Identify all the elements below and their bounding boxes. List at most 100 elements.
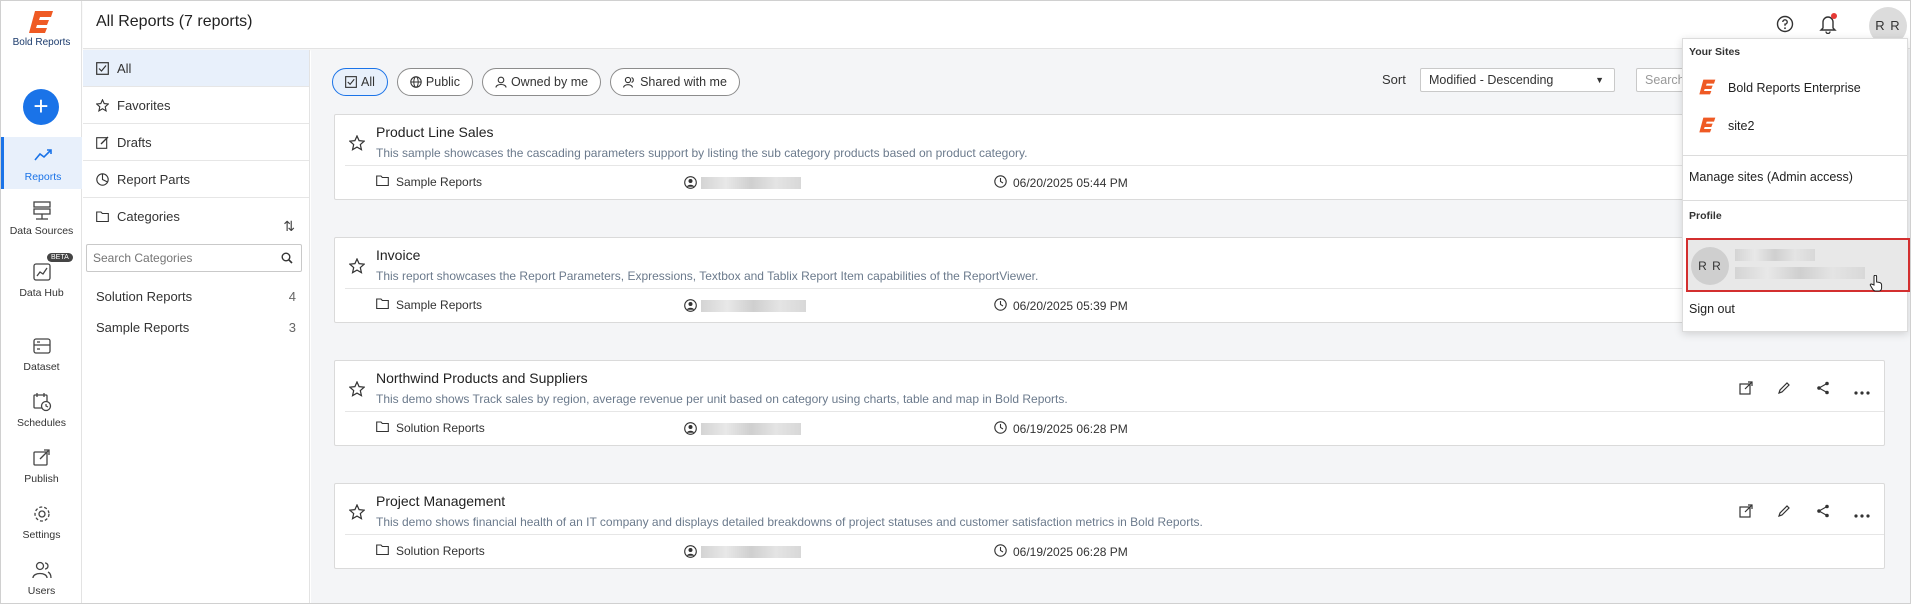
favorite-star-icon[interactable] <box>349 381 365 397</box>
folder-icon <box>376 544 389 556</box>
sort-value: Modified - Descending <box>1429 73 1554 87</box>
datahub-icon <box>32 263 51 281</box>
rail-item-settings[interactable]: Settings <box>1 503 82 541</box>
notification-bell-icon[interactable] <box>1819 13 1837 39</box>
filter-chip-public[interactable]: Public <box>396 68 473 96</box>
redacted-owner-name <box>701 299 807 312</box>
sidebar-item-label: All <box>117 61 132 76</box>
sort-arrows-icon[interactable]: ⇅ <box>283 208 295 245</box>
search-icon[interactable] <box>281 252 293 264</box>
sidebar-item-report-parts[interactable]: Report Parts <box>83 161 309 198</box>
chip-label: Shared with me <box>640 75 727 89</box>
left-rail: Bold Reports + Reports Data Sources BETA… <box>1 1 82 603</box>
report-title[interactable]: Project Management <box>376 493 505 509</box>
page-title: All Reports (7 reports) <box>96 13 253 30</box>
edit-pencil-icon[interactable] <box>1777 504 1791 523</box>
beta-badge: BETA <box>47 253 73 262</box>
card-divider <box>345 534 1884 535</box>
report-title[interactable]: Invoice <box>376 247 420 263</box>
report-owner <box>684 174 802 192</box>
folder-icon <box>376 175 389 187</box>
brand-logo[interactable]: Bold Reports <box>1 9 82 48</box>
category-count: 4 <box>288 289 296 304</box>
clock-icon <box>994 298 1007 311</box>
report-card[interactable]: Product Line Sales This sample showcases… <box>334 114 1885 200</box>
sidebar-item-drafts[interactable]: Drafts <box>83 124 309 161</box>
favorite-star-icon[interactable] <box>349 135 365 151</box>
report-description: This demo shows Track sales by region, a… <box>376 392 1068 406</box>
publish-icon <box>32 449 50 466</box>
filter-chip-owned-by-me[interactable]: Owned by me <box>481 68 602 96</box>
report-title[interactable]: Northwind Products and Suppliers <box>376 370 588 386</box>
sidebar-item-label: Favorites <box>117 98 171 113</box>
category-search-box <box>86 244 302 272</box>
edit-pencil-icon[interactable] <box>1777 381 1791 400</box>
bold-reports-logo-icon <box>1699 117 1716 133</box>
category-count: 3 <box>288 320 296 335</box>
rail-item-reports[interactable]: Reports <box>1 137 82 189</box>
redacted-owner-name <box>701 176 802 189</box>
open-external-icon[interactable] <box>1739 381 1753 400</box>
report-modified: 06/20/2025 05:44 PM <box>994 175 1128 190</box>
category-item[interactable]: Solution Reports 4 <box>96 289 296 304</box>
more-options-icon[interactable] <box>1854 505 1870 523</box>
report-category: Sample Reports <box>376 298 482 312</box>
sort-dropdown[interactable]: Modified - Descending ▼ <box>1420 68 1615 92</box>
create-new-button[interactable]: + <box>23 89 59 125</box>
plus-icon: + <box>33 91 49 121</box>
report-card[interactable]: Project Management This demo shows finan… <box>334 483 1885 569</box>
sidebar-item-categories[interactable]: Categories ⇅ <box>83 198 309 235</box>
redacted-profile-email <box>1735 267 1865 279</box>
check-square-icon <box>96 62 109 75</box>
profile-item[interactable]: R R <box>1686 238 1910 292</box>
site-name: site2 <box>1728 119 1755 133</box>
share-icon[interactable] <box>1816 504 1830 523</box>
report-modified: 06/19/2025 06:28 PM <box>994 421 1128 436</box>
category-name: Sample Reports <box>396 298 483 312</box>
rail-item-label: Schedules <box>16 417 67 429</box>
modified-date: 06/20/2025 05:44 PM <box>1013 176 1128 190</box>
site-item[interactable]: Bold Reports Enterprise <box>1698 79 1861 95</box>
site-item[interactable]: site2 <box>1698 117 1755 133</box>
share-icon[interactable] <box>1816 381 1830 400</box>
sidebar-item-label: Categories <box>117 209 180 224</box>
category-name: Sample Reports <box>96 320 190 335</box>
rail-item-dataset[interactable]: Dataset <box>1 335 82 373</box>
sidebar-item-favorites[interactable]: Favorites <box>83 87 309 124</box>
folder-icon <box>376 421 389 433</box>
open-external-icon[interactable] <box>1739 504 1753 523</box>
manage-sites-link[interactable]: Manage sites (Admin access) <box>1689 170 1853 184</box>
bold-reports-logo-icon <box>1699 79 1716 95</box>
chip-label: Public <box>425 75 460 89</box>
rail-item-publish[interactable]: Publish <box>1 447 82 485</box>
favorite-star-icon[interactable] <box>349 258 365 274</box>
rail-item-schedules[interactable]: Schedules <box>1 391 82 429</box>
menu-divider <box>1683 200 1907 201</box>
shared-users-icon <box>623 76 634 88</box>
profile-dropdown-menu: Your Sites Bold Reports Enterprise site2… <box>1682 38 1910 332</box>
category-item[interactable]: Sample Reports 3 <box>96 320 296 335</box>
rail-item-data-sources[interactable]: Data Sources <box>1 199 82 237</box>
rail-item-label: Publish <box>24 473 59 485</box>
sign-out-link[interactable]: Sign out <box>1689 302 1735 316</box>
help-icon[interactable] <box>1776 15 1794 38</box>
sidebar-item-all[interactable]: All <box>83 50 309 87</box>
report-title[interactable]: Product Line Sales <box>376 124 494 140</box>
report-modified: 06/20/2025 05:39 PM <box>994 298 1128 313</box>
filter-chip-shared-with-me[interactable]: Shared with me <box>610 68 740 96</box>
user-circle-icon <box>684 545 697 559</box>
brand-name: Bold Reports <box>12 37 71 48</box>
trend-icon <box>34 149 52 161</box>
your-sites-heading: Your Sites <box>1689 46 1741 58</box>
rail-item-data-hub[interactable]: BETA Data Hub <box>1 253 82 299</box>
more-options-icon[interactable] <box>1854 382 1870 400</box>
category-search-input[interactable] <box>87 245 267 271</box>
reports-main: All Public Owned by me Shared with me So… <box>311 50 1910 603</box>
favorite-star-icon[interactable] <box>349 504 365 520</box>
report-card[interactable]: Invoice This report showcases the Report… <box>334 237 1885 323</box>
report-card[interactable]: Northwind Products and Suppliers This de… <box>334 360 1885 446</box>
rail-item-users[interactable]: Users <box>1 559 82 597</box>
filter-chip-all[interactable]: All <box>332 68 388 96</box>
user-icon <box>495 76 507 88</box>
app-window: Bold Reports + Reports Data Sources BETA… <box>0 0 1911 604</box>
